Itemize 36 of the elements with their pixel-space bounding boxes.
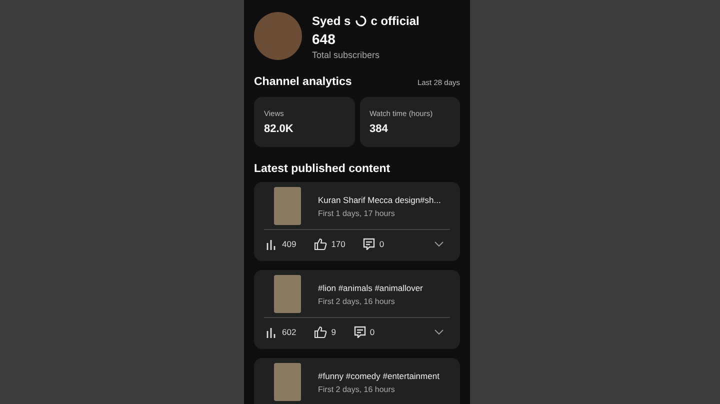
chevron-down-icon[interactable] [434, 241, 444, 247]
bar-chart-icon [266, 238, 278, 250]
thumbnail-placeholder [274, 363, 301, 401]
thumbs-up-icon [314, 238, 328, 250]
video-age: First 1 days, 17 hours [318, 208, 396, 218]
subscriber-label: Total subscribers [312, 50, 381, 60]
video-title: #lion #animals #animallover [318, 282, 423, 292]
stat-value: 82.0K [264, 123, 294, 135]
comment-icon [363, 238, 376, 250]
comment-icon [354, 326, 366, 338]
subscriber-count: 648 [312, 31, 336, 47]
stat-value: 384 [370, 123, 389, 135]
thumbnail-placeholder [274, 275, 301, 313]
like-count: 170 [331, 239, 346, 249]
avatar-placeholder [254, 12, 302, 60]
section-title: Latest published content [254, 163, 392, 175]
video-card[interactable]: #funny #comedy #entertainment First 2 days, 16 hours [254, 358, 460, 404]
thumbs-up-icon [314, 326, 328, 338]
bar-chart-icon [266, 326, 278, 338]
video-age: First 2 days, 16 hours [318, 296, 396, 306]
view-count: 409 [282, 239, 296, 249]
like-count: 9 [331, 327, 336, 337]
loading-spinner-icon [354, 15, 367, 27]
video-title: #funny #comedy #entertainment [318, 370, 440, 380]
comment-count: 0 [379, 239, 384, 249]
channel-name: Syed s [312, 14, 351, 28]
section-title: Channel analytics [254, 76, 352, 88]
video-card[interactable]: #lion #animals #animallover First 2 days, 16 hours 602 9 0 [254, 270, 460, 349]
view-count: 602 [282, 327, 296, 337]
video-age: First 2 days, 16 hours [318, 384, 396, 394]
comment-count: 0 [370, 327, 375, 337]
video-card[interactable]: Kuran Sharif Mecca design#sh... First 1 days, 17 hours 409 170 0 [254, 182, 460, 261]
chevron-down-icon[interactable] [434, 329, 444, 335]
channel-name: c official [370, 14, 420, 28]
thumbnail-placeholder [274, 187, 301, 225]
video-title: Kuran Sharif Mecca design#sh... [318, 194, 441, 204]
